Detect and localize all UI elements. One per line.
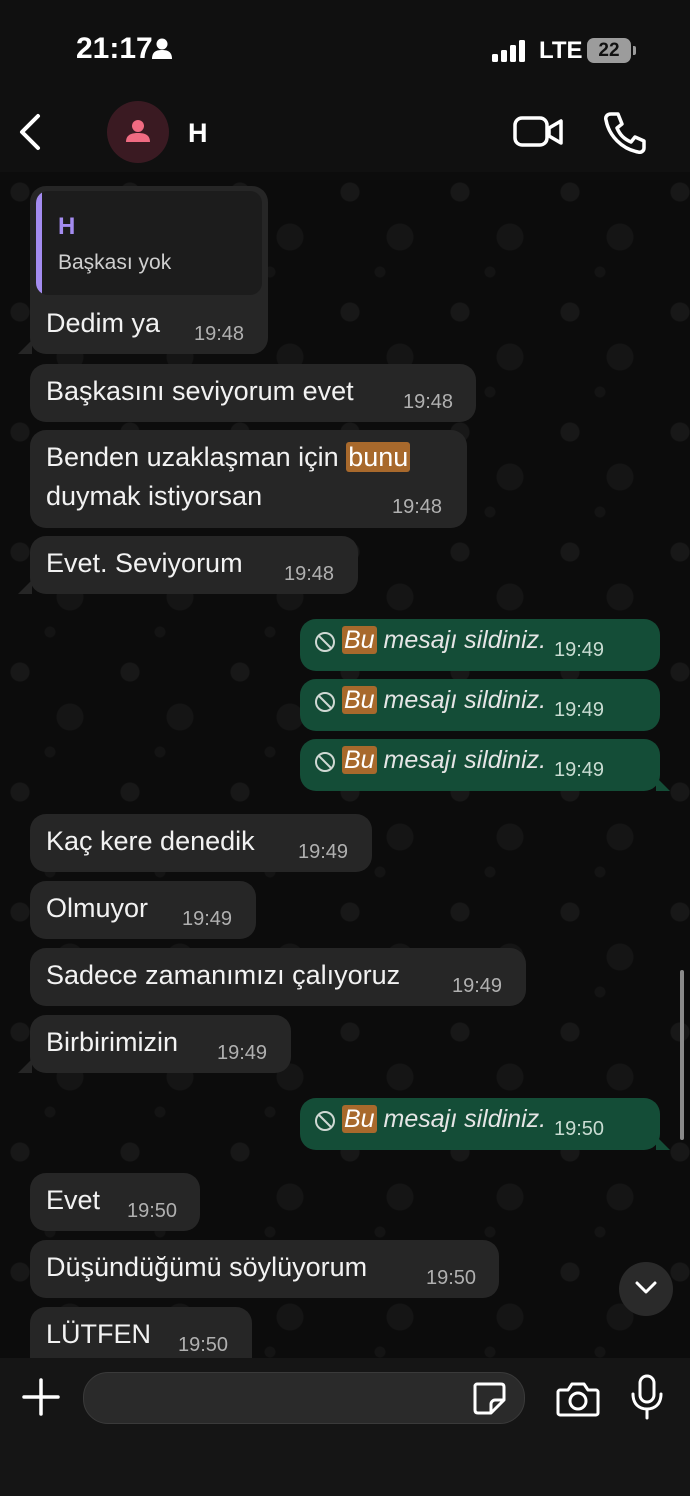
- quote-author: H: [58, 213, 76, 240]
- deleted-message-icon: [315, 692, 335, 712]
- message-text: Benden uzaklaşman için bunu: [46, 442, 411, 473]
- quoted-message[interactable]: H Başkası yok: [36, 191, 262, 295]
- video-call-icon[interactable]: [512, 112, 566, 152]
- message-text: Evet. Seviyorum: [46, 548, 243, 578]
- camera-icon[interactable]: [556, 1380, 600, 1418]
- bubble-tail: [656, 777, 670, 791]
- message-time: 19:48: [194, 323, 245, 345]
- deleted-message-text: Bu mesajı sildiniz.: [342, 626, 546, 655]
- search-highlight: bunu: [346, 442, 411, 472]
- message-time: 19:50: [127, 1200, 178, 1222]
- message-composer: [0, 1358, 690, 1496]
- phone-icon[interactable]: [602, 110, 646, 154]
- quote-accent-bar: [36, 191, 42, 295]
- network-type: LTE: [539, 37, 583, 64]
- message-time: 19:50: [178, 1334, 229, 1356]
- avatar[interactable]: [107, 101, 169, 163]
- message-time: 19:49: [217, 1042, 268, 1064]
- person-icon: [152, 38, 172, 65]
- contact-name[interactable]: H: [188, 118, 208, 149]
- message-bubble[interactable]: Düşündüğümü söylüyorum 19:50: [30, 1240, 499, 1298]
- chevron-down-icon: [635, 1281, 657, 1294]
- search-highlight: Bu: [342, 1105, 377, 1133]
- message-bubble[interactable]: Olmuyor 19:49: [30, 881, 256, 939]
- message-text: Düşündüğümü söylüyorum: [46, 1252, 368, 1282]
- person-icon: [126, 120, 150, 142]
- sticker-icon[interactable]: [471, 1380, 507, 1416]
- deleted-message-bubble[interactable]: Bu mesajı sildiniz. 19:49: [300, 679, 660, 731]
- deleted-message-text: Bu mesajı sildiniz.: [342, 746, 546, 775]
- message-bubble[interactable]: Evet 19:50: [30, 1173, 200, 1231]
- bubble-tail: [18, 340, 32, 354]
- status-time: 21:17: [76, 32, 153, 65]
- message-input[interactable]: [83, 1372, 525, 1424]
- message-time: 19:49: [554, 639, 605, 661]
- deleted-message-icon: [315, 1111, 335, 1131]
- message-time: 19:49: [182, 908, 233, 930]
- scroll-to-bottom-button[interactable]: [619, 1262, 673, 1316]
- scrollbar[interactable]: [680, 970, 684, 1140]
- message-text-line2: duymak istiyorsan: [46, 481, 263, 511]
- message-text: Evet: [46, 1185, 101, 1215]
- message-bubble[interactable]: Evet. Seviyorum 19:48: [30, 536, 358, 594]
- status-bar: 21:17 LTE 22: [0, 0, 690, 100]
- quote-text: Başkası yok: [58, 251, 172, 274]
- message-text: LÜTFEN: [46, 1319, 152, 1349]
- message-bubble[interactable]: Başkasını seviyorum evet 19:48: [30, 364, 476, 422]
- message-text: Birbirimizin: [46, 1027, 179, 1057]
- deleted-message-icon: [315, 632, 335, 652]
- message-text: Başkasını seviyorum evet: [46, 376, 354, 406]
- deleted-message-label: mesajı sildiniz.: [376, 1105, 547, 1133]
- message-text: Sadece zamanımızı çalıyoruz: [46, 960, 401, 990]
- message-text-part: Benden uzaklaşman için: [46, 442, 347, 472]
- back-chevron-icon[interactable]: [12, 110, 52, 154]
- battery-tip: [633, 46, 636, 55]
- message-bubble[interactable]: Kaç kere denedik 19:49: [30, 814, 372, 872]
- search-highlight: Bu: [342, 746, 377, 774]
- deleted-message-text: Bu mesajı sildiniz.: [342, 1105, 546, 1134]
- message-time: 19:48: [284, 563, 335, 585]
- deleted-message-text: Bu mesajı sildiniz.: [342, 686, 546, 715]
- message-time: 19:50: [554, 1118, 605, 1140]
- message-time: 19:48: [392, 496, 443, 518]
- deleted-message-label: mesajı sildiniz.: [376, 626, 547, 654]
- message-bubble[interactable]: LÜTFEN 19:50: [30, 1307, 252, 1358]
- bubble-tail: [656, 1136, 670, 1150]
- message-text: Olmuyor: [46, 893, 149, 923]
- message-time: 19:49: [298, 841, 349, 863]
- bubble-tail: [18, 1059, 32, 1073]
- search-highlight: Bu: [342, 626, 377, 654]
- message-time: 19:50: [426, 1267, 477, 1289]
- chat-header: H: [0, 100, 690, 172]
- plus-icon[interactable]: [20, 1376, 62, 1418]
- message-time: 19:49: [452, 975, 503, 997]
- message-bubble[interactable]: Benden uzaklaşman için bunu duymak istiy…: [30, 430, 467, 528]
- message-time: 19:48: [403, 391, 454, 413]
- message-time: 19:49: [554, 759, 605, 781]
- message-text: Dedim ya: [46, 308, 161, 338]
- deleted-message-bubble[interactable]: Bu mesajı sildiniz. 19:49: [300, 619, 660, 671]
- search-highlight: Bu: [342, 686, 377, 714]
- message-bubble[interactable]: Sadece zamanımızı çalıyoruz 19:49: [30, 948, 526, 1006]
- deleted-message-bubble[interactable]: Bu mesajı sildiniz. 19:49: [300, 739, 660, 791]
- message-bubble[interactable]: Birbirimizin 19:49: [30, 1015, 291, 1073]
- deleted-message-bubble[interactable]: Bu mesajı sildiniz. 19:50: [300, 1098, 660, 1150]
- microphone-icon[interactable]: [630, 1374, 664, 1420]
- message-text: Kaç kere denedik: [46, 826, 255, 856]
- deleted-message-icon: [315, 752, 335, 772]
- message-time: 19:49: [554, 699, 605, 721]
- deleted-message-label: mesajı sildiniz.: [376, 746, 547, 774]
- signal-icon: [492, 40, 526, 67]
- bubble-tail: [18, 580, 32, 594]
- battery-indicator: 22: [587, 38, 631, 63]
- deleted-message-label: mesajı sildiniz.: [376, 686, 547, 714]
